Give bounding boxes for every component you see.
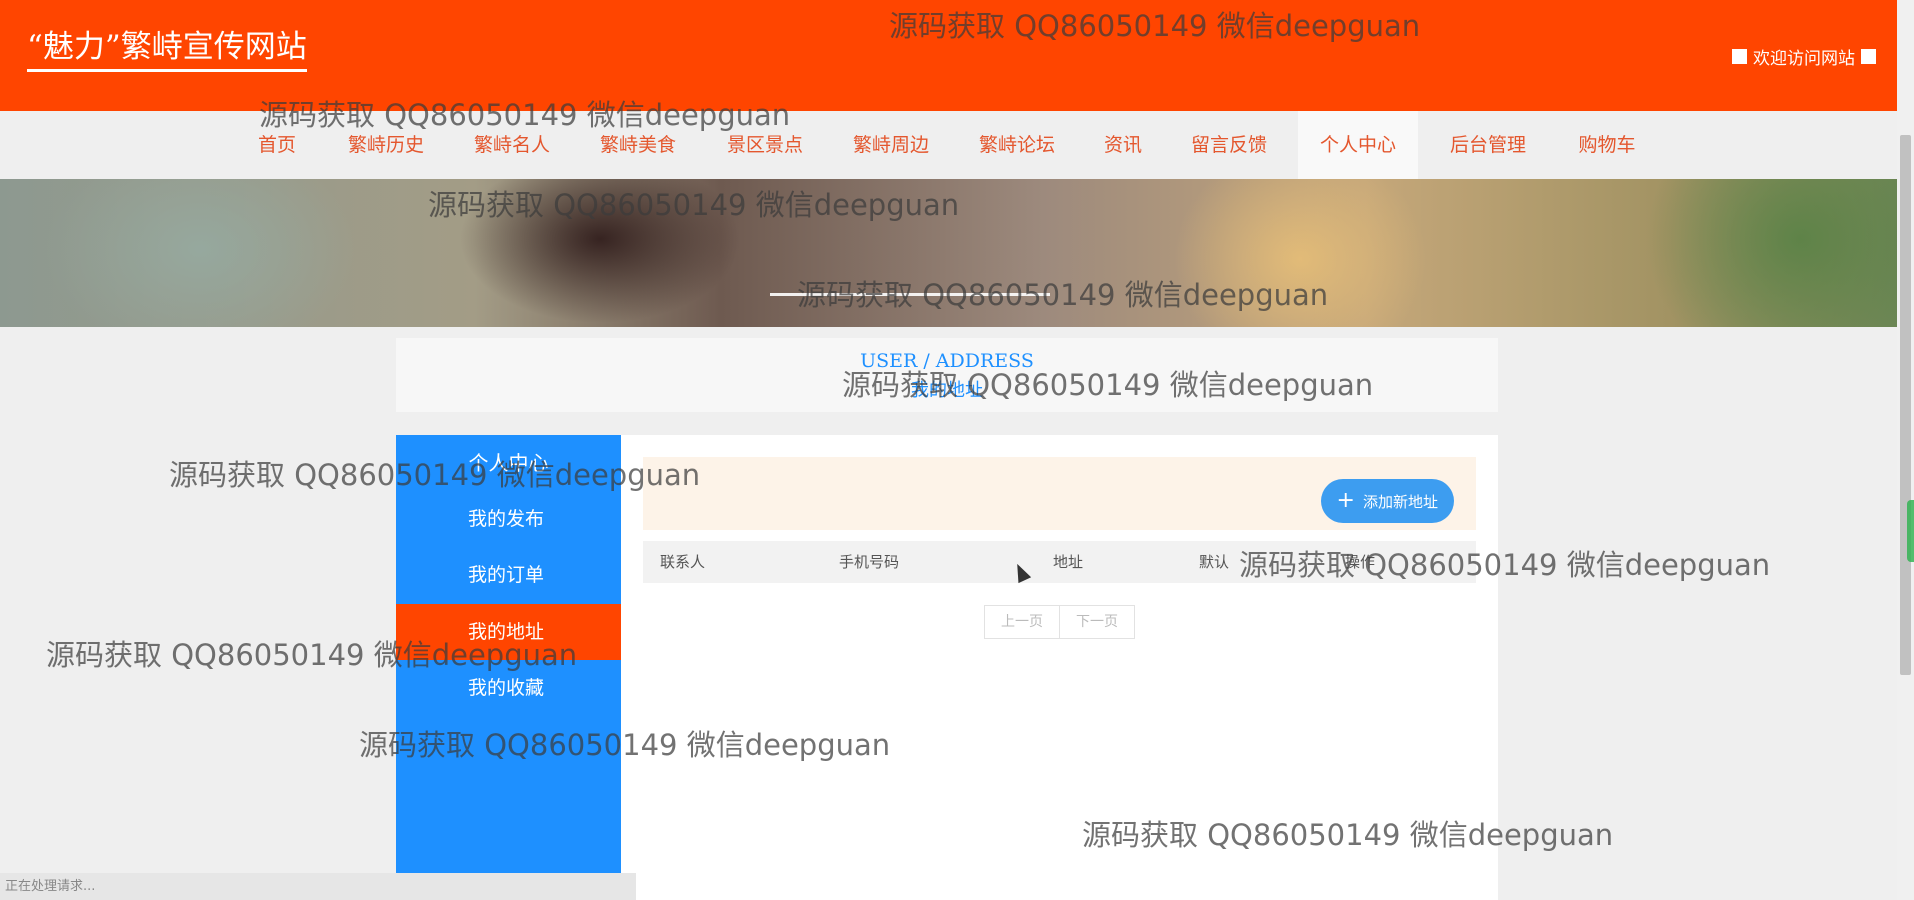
white-square-icon — [1861, 49, 1876, 64]
address-panel: + 添加新地址 联系人 手机号码 地址 默认 操作 上一页 下一页 — [621, 435, 1498, 900]
nav-item-forum[interactable]: 繁峙论坛 — [957, 111, 1077, 179]
nav-item-celebrities[interactable]: 繁峙名人 — [452, 111, 572, 179]
nav-item-user-center[interactable]: 个人中心 — [1297, 111, 1419, 179]
nav-item-history[interactable]: 繁峙历史 — [326, 111, 446, 179]
scrollbar-thumb[interactable] — [1900, 135, 1911, 675]
nav-item-food[interactable]: 繁峙美食 — [578, 111, 698, 179]
prev-page-button[interactable]: 上一页 — [985, 606, 1059, 638]
add-address-label: 添加新地址 — [1362, 492, 1438, 511]
main-nav: 首页 繁峙历史 繁峙名人 繁峙美食 景区景点 繁峙周边 繁峙论坛 资讯 留言反馈… — [0, 111, 1897, 179]
column-header-default: 默认 — [1199, 553, 1230, 571]
nav-item-admin[interactable]: 后台管理 — [1428, 111, 1548, 179]
sidebar-item-my-orders[interactable]: 我的订单 — [396, 547, 621, 603]
nav-item-surroundings[interactable]: 繁峙周边 — [831, 111, 951, 179]
address-toolbar: + 添加新地址 — [643, 457, 1476, 530]
user-sidebar: 个人中心 我的发布 我的订单 我的地址 我的收藏 — [396, 435, 621, 900]
welcome-text: 欢迎访问网站 — [1753, 49, 1855, 69]
plus-icon: + — [1336, 488, 1355, 513]
pagination: 上一页 下一页 — [984, 605, 1135, 639]
sidebar-item-my-posts[interactable]: 我的发布 — [396, 491, 621, 547]
hero-banner-image — [0, 179, 1897, 327]
white-square-icon — [1732, 49, 1747, 64]
sidebar-item-my-favorites[interactable]: 我的收藏 — [396, 660, 621, 716]
browser-status-bar: 正在处理请求... — [0, 873, 636, 900]
sidebar-heading: 个人中心 — [468, 451, 549, 475]
address-table-header: 联系人 手机号码 地址 默认 操作 — [643, 541, 1476, 583]
nav-item-home[interactable]: 首页 — [236, 111, 318, 179]
column-header-actions: 操作 — [1345, 553, 1376, 571]
next-page-button[interactable]: 下一页 — [1059, 606, 1134, 638]
column-header-address: 地址 — [1053, 553, 1084, 571]
nav-item-feedback[interactable]: 留言反馈 — [1169, 111, 1289, 179]
page-title-cn: 我的地址 — [911, 380, 983, 401]
nav-item-scenic-spots[interactable]: 景区景点 — [705, 111, 825, 179]
column-header-contact: 联系人 — [660, 553, 706, 571]
sidebar-item-my-address[interactable]: 我的地址 — [396, 604, 621, 660]
page-title-en: USER / ADDRESS — [860, 350, 1034, 372]
add-address-button[interactable]: + 添加新地址 — [1320, 479, 1454, 523]
column-header-phone: 手机号码 — [839, 553, 900, 571]
page-title-box: USER / ADDRESS 我的地址 — [396, 338, 1498, 412]
welcome-banner: 欢迎访问网站 — [1732, 44, 1876, 69]
side-widget-tab[interactable] — [1907, 500, 1914, 562]
site-header: “魅力”繁峙宣传网站 欢迎访问网站 — [0, 0, 1897, 111]
banner-indicator-line[interactable] — [770, 293, 1050, 296]
nav-item-cart[interactable]: 购物车 — [1556, 111, 1657, 179]
nav-item-news[interactable]: 资讯 — [1082, 111, 1164, 179]
site-title[interactable]: “魅力”繁峙宣传网站 — [27, 29, 307, 72]
